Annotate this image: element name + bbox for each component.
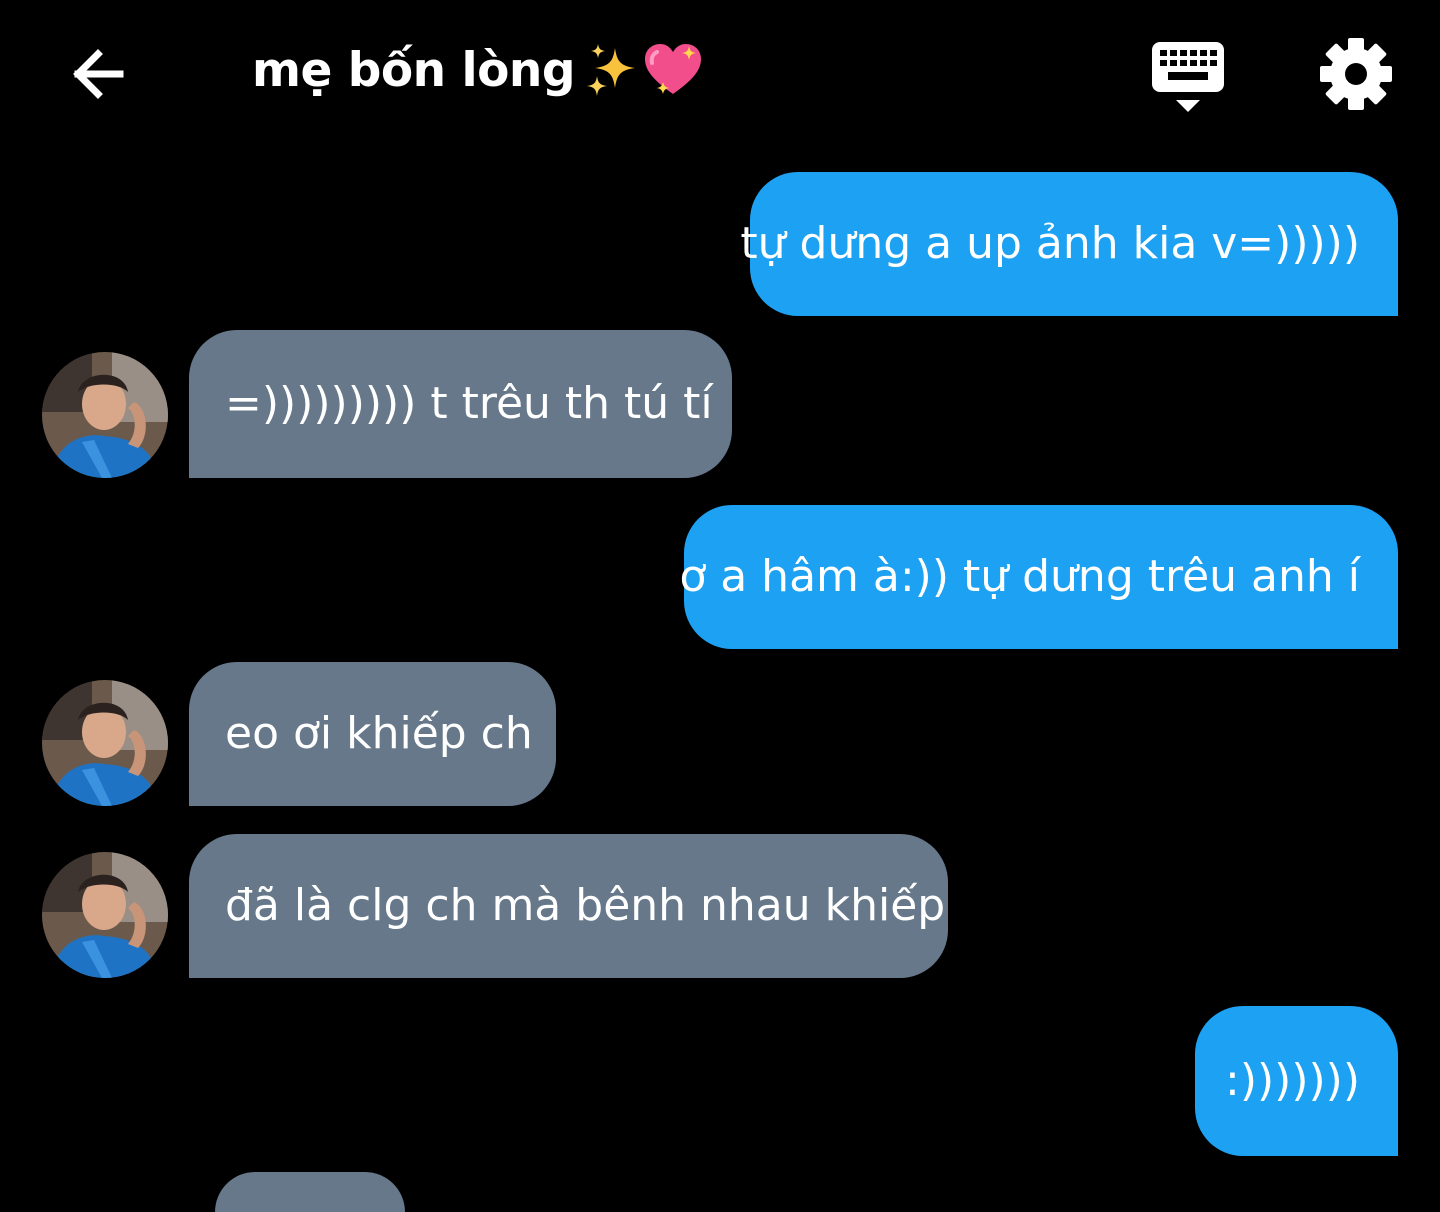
back-button[interactable] — [62, 38, 134, 110]
contact-avatar[interactable] — [42, 352, 168, 478]
avatar-photo — [42, 352, 168, 478]
message-text: tự dưng a up ảnh kia v=))))) — [740, 218, 1360, 269]
contact-avatar[interactable] — [42, 852, 168, 978]
outgoing-message-bubble[interactable]: tự dưng a up ảnh kia v=))))) — [740, 172, 1398, 316]
settings-button[interactable] — [1316, 34, 1396, 114]
message-text: đã là clg ch mà bênh nhau khiếp — [225, 880, 946, 931]
message-text: eo ơi khiếp ch — [225, 708, 533, 759]
outgoing-message-bubble[interactable]: :))))))) — [1195, 1006, 1398, 1156]
contact-avatar[interactable] — [42, 680, 168, 806]
conversation-title-text: mẹ bốn lòng — [252, 42, 575, 98]
avatar-photo — [42, 852, 168, 978]
incoming-message-bubble[interactable]: đã là clg ch mà bênh nhau khiếp — [189, 834, 948, 978]
avatar-photo — [42, 680, 168, 806]
incoming-message-bubble-partial — [215, 1172, 405, 1212]
arrow-left-icon — [73, 49, 124, 99]
sparkles-icon — [585, 42, 641, 98]
conversation-title[interactable]: mẹ bốn lòng — [252, 42, 703, 98]
keyboard-hide-button[interactable] — [1148, 36, 1228, 116]
message-text: :))))))) — [1225, 1055, 1360, 1106]
keyboard-hide-icon — [1152, 42, 1224, 112]
outgoing-message-bubble[interactable]: ơ a hâm à:)) tự dưng trêu anh í — [679, 505, 1398, 649]
message-text: ơ a hâm à:)) tự dưng trêu anh í — [679, 551, 1360, 602]
incoming-message-bubble[interactable]: eo ơi khiếp ch — [189, 662, 556, 806]
gear-icon — [1320, 38, 1392, 110]
sparkling-heart-icon — [643, 42, 703, 98]
message-text: =))))))))) t trêu th tú tí — [225, 378, 713, 429]
incoming-message-bubble[interactable]: =))))))))) t trêu th tú tí — [189, 330, 732, 478]
chat-header: mẹ bốn lòng — [0, 0, 1440, 150]
